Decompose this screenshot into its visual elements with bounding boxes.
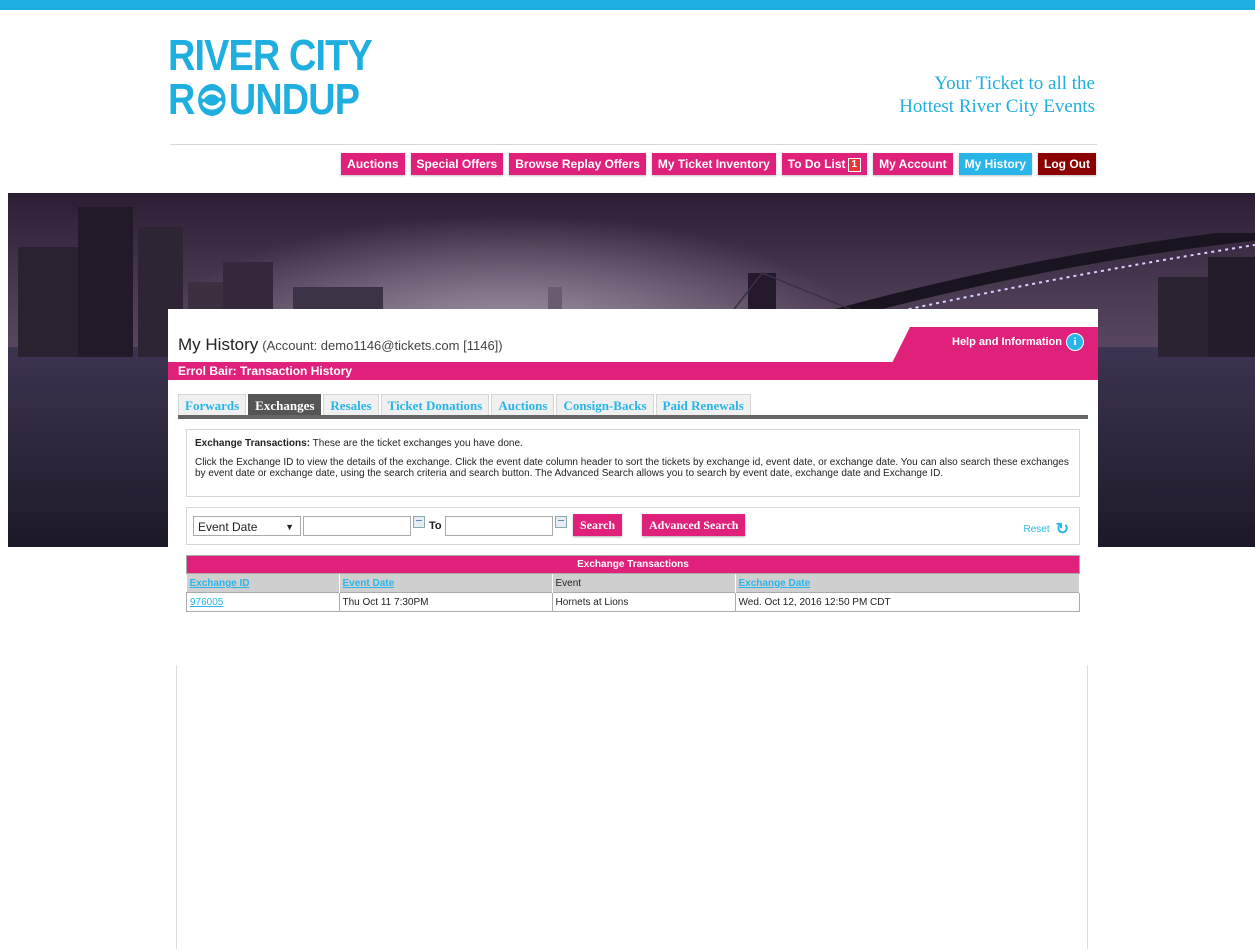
exchange-id-link[interactable]: 976005	[190, 597, 223, 608]
exchange-date-cell: Wed. Oct 12, 2016 12:50 PM CDT	[734, 592, 1080, 612]
search-button[interactable]: Search	[573, 514, 623, 536]
exchange-instructions: Click the Exchange ID to view the detail…	[195, 457, 1069, 479]
calendar-icon[interactable]	[413, 516, 425, 528]
nav-browse-replay-offers[interactable]: Browse Replay Offers	[509, 153, 646, 175]
logo-swirl-icon	[197, 84, 226, 116]
page-title: My History (Account: demo1146@tickets.com…	[178, 335, 503, 354]
tab-auctions[interactable]: Auctions	[491, 394, 555, 417]
tab-exchanges[interactable]: Exchanges	[248, 394, 322, 417]
nav-special-offers[interactable]: Special Offers	[410, 153, 504, 175]
sort-exchange-id[interactable]: Exchange ID	[190, 578, 250, 589]
search-bar: Event Date ▼ To Search Advanced Search R…	[186, 507, 1080, 545]
river-city-roundup-logo[interactable]: RIVER CITY R UNDUP	[168, 31, 373, 124]
transaction-history-heading: Errol Bair: Transaction History	[168, 362, 1098, 380]
event-date-cell: Thu Oct 11 7:30PM	[338, 592, 553, 612]
nav-my-history[interactable]: My History	[958, 153, 1033, 175]
chevron-down-icon: ▼	[285, 522, 294, 532]
tagline: Your Ticket to all the Hottest River Cit…	[899, 73, 1095, 117]
to-label: To	[429, 520, 442, 532]
sort-exchange-date[interactable]: Exchange Date	[739, 578, 811, 589]
from-date-input[interactable]	[303, 516, 411, 536]
table-header-row: Exchange ID Event Date Event Exchange Da…	[186, 573, 1080, 593]
todo-count-badge: 1	[847, 157, 862, 172]
history-panel: My History (Account: demo1146@tickets.com…	[168, 309, 1098, 949]
exchange-transactions-table: Exchange Transactions Exchange ID Event …	[186, 555, 1080, 612]
top-accent-bar	[0, 0, 1255, 10]
refresh-icon: ↻	[1055, 521, 1069, 538]
info-icon: i	[1066, 333, 1084, 351]
nav-my-ticket-inventory[interactable]: My Ticket Inventory	[651, 153, 776, 175]
calendar-icon[interactable]	[555, 516, 567, 528]
tab-forwards[interactable]: Forwards	[178, 394, 247, 417]
tab-consign-backs[interactable]: Consign-Backs	[556, 394, 654, 417]
nav-log-out[interactable]: Log Out	[1038, 153, 1096, 175]
column-event: Event	[552, 573, 736, 593]
date-type-select[interactable]: Event Date ▼	[193, 516, 301, 536]
tab-paid-renewals[interactable]: Paid Renewals	[655, 394, 751, 417]
logo-line-2: R UNDUP	[168, 75, 360, 124]
logo-line-1: RIVER CITY	[168, 31, 373, 80]
event-cell: Hornets at Lions	[551, 592, 736, 612]
table-row: 976005 Thu Oct 11 7:30PM Hornets at Lion…	[186, 592, 1080, 612]
tab-ticket-donations[interactable]: Ticket Donations	[380, 394, 490, 417]
exchange-info-box: Exchange Transactions: These are the tic…	[186, 429, 1080, 497]
history-tabs: Forwards Exchanges Resales Ticket Donati…	[178, 394, 753, 417]
nav-to-do-list[interactable]: To Do List 1	[781, 153, 868, 175]
advanced-search-button[interactable]: Advanced Search	[642, 514, 746, 536]
nav-auctions[interactable]: Auctions	[341, 153, 405, 175]
reset-button[interactable]: Reset ↻	[1023, 519, 1069, 539]
sort-event-date[interactable]: Event Date	[343, 578, 395, 589]
to-date-input[interactable]	[445, 516, 553, 536]
tab-underline	[178, 415, 1088, 419]
tab-resales[interactable]: Resales	[323, 394, 379, 417]
account-info: (Account: demo1146@tickets.com [1146])	[262, 338, 503, 353]
header-divider	[170, 144, 1097, 145]
table-caption: Exchange Transactions	[186, 555, 1080, 574]
nav-my-account[interactable]: My Account	[873, 153, 953, 175]
main-nav: Auctions Special Offers Browse Replay Of…	[341, 153, 1096, 175]
